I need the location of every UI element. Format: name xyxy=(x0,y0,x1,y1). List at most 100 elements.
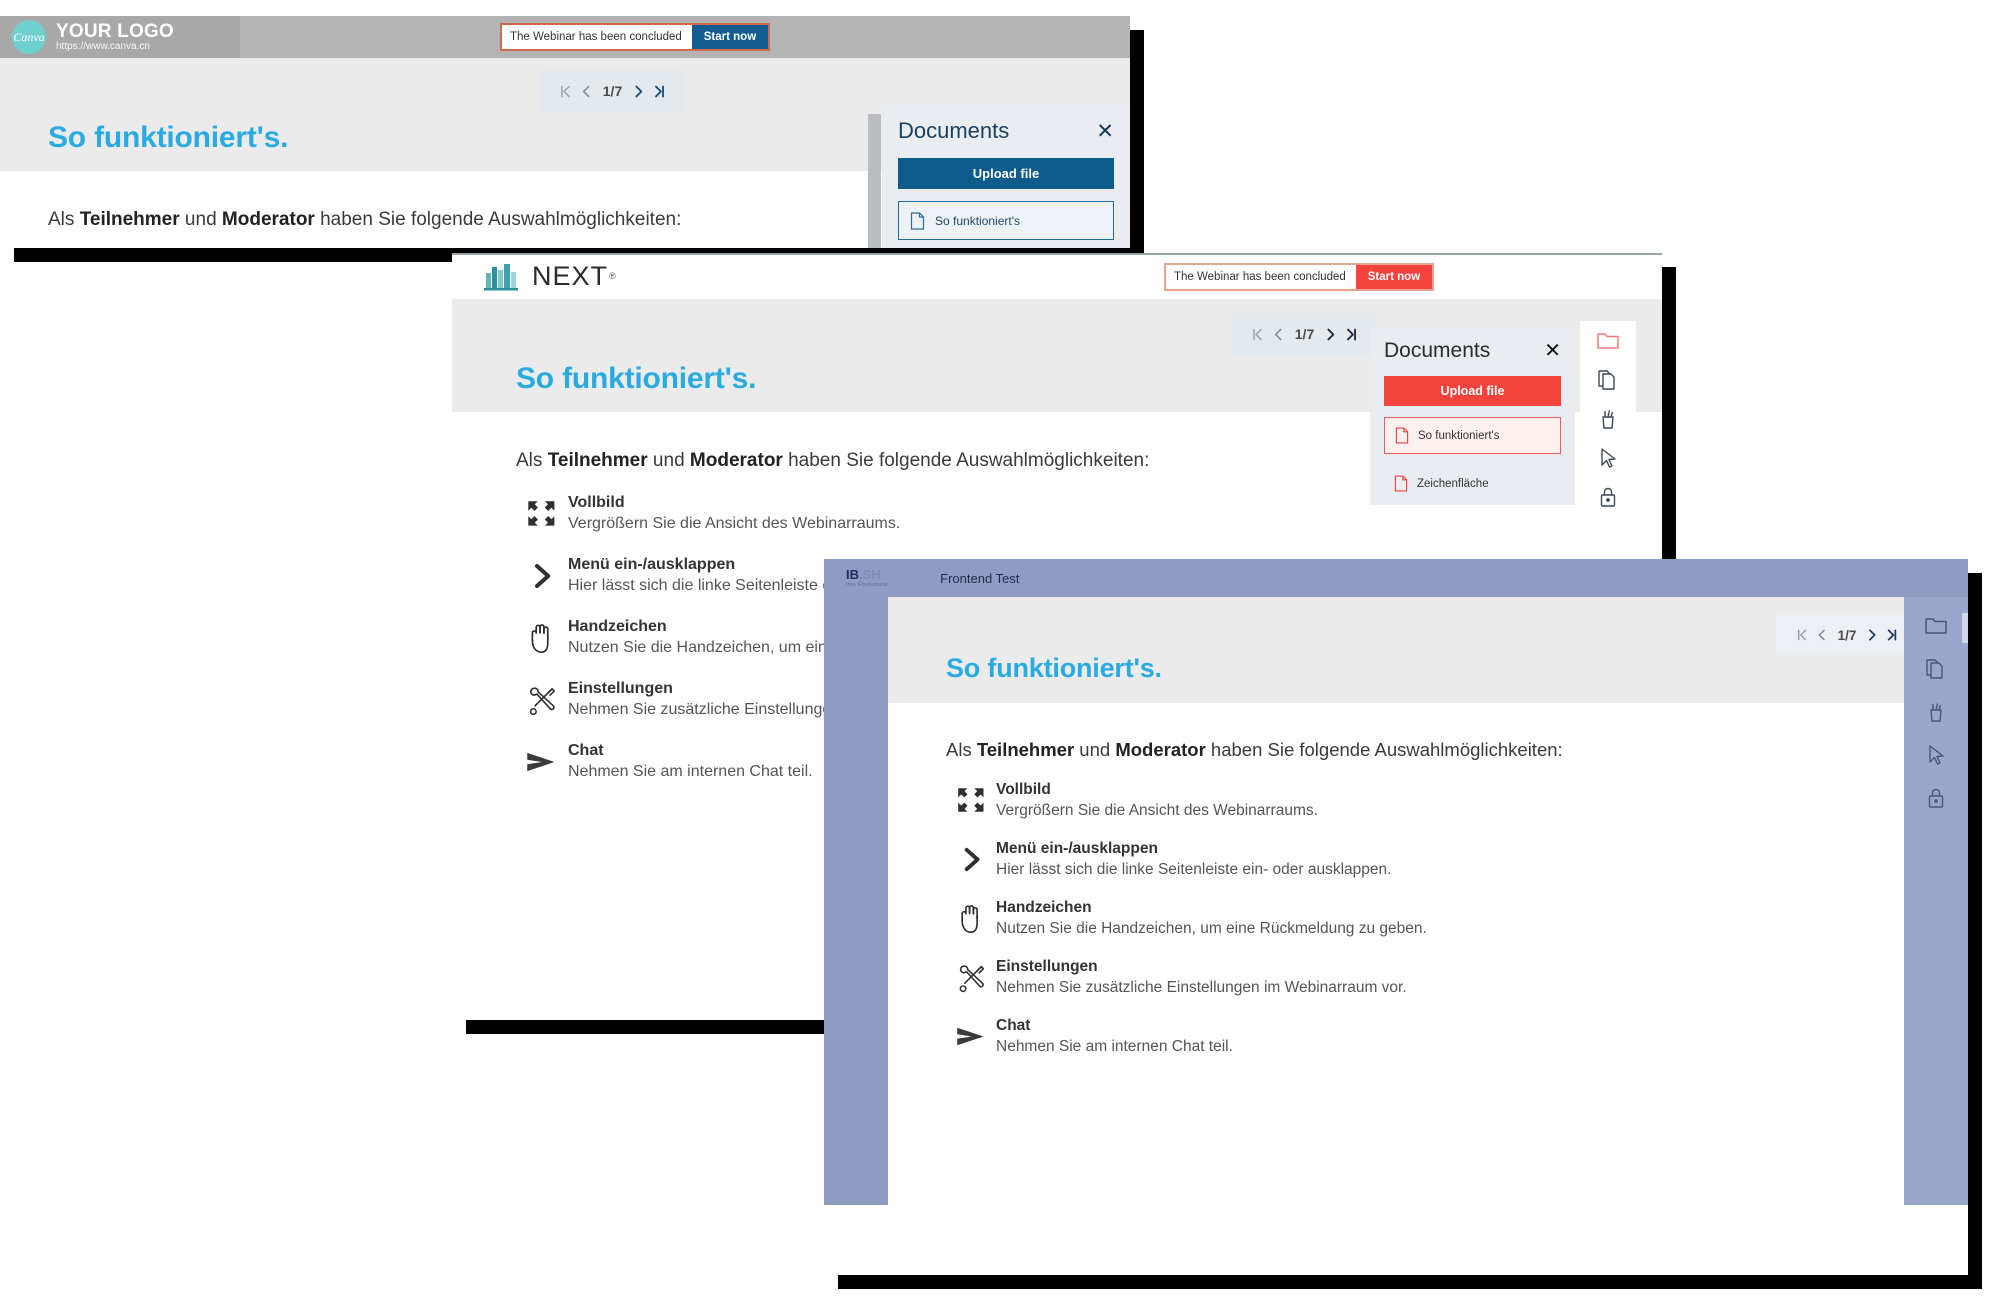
document-item-selected[interactable]: So funktioniert's xyxy=(1384,417,1561,454)
win2-start-now-button[interactable]: Start now xyxy=(1355,265,1433,289)
feature-title: Vollbild xyxy=(568,494,625,511)
documents-icon[interactable] xyxy=(1591,366,1625,395)
win3-page-title: Frontend Test xyxy=(940,570,1020,586)
win2-tool-rail xyxy=(1580,321,1636,511)
win1-pager: 1/7 xyxy=(540,70,685,112)
win2-brand: NEXT ® xyxy=(482,255,616,297)
win3-tool-rail xyxy=(1904,597,1968,1205)
tools-icon xyxy=(946,958,996,996)
feature-title: Menü ein-/ausklappen xyxy=(996,840,1158,857)
feature-desc: Nutzen Sie die Handzeichen, um eine Rück… xyxy=(996,920,1427,937)
raised-hand-icon xyxy=(516,618,568,658)
send-arrow-icon xyxy=(946,1017,996,1055)
previous-page-icon[interactable] xyxy=(1270,326,1287,343)
win2-brand-suffix: ® xyxy=(609,271,616,281)
documents-icon[interactable] xyxy=(1920,654,1952,684)
fullscreen-icon xyxy=(946,781,996,819)
feature-title: Chat xyxy=(996,1017,1031,1034)
send-arrow-icon xyxy=(516,742,568,782)
win3-feature-list: Vollbild Vergrößern Sie die Ansicht des … xyxy=(946,781,1968,1056)
win1-slide-title: So funktioniert's. xyxy=(48,121,289,154)
cursor-icon[interactable] xyxy=(1591,443,1625,472)
win1-start-now-button[interactable]: Start now xyxy=(691,25,769,49)
win2-brand-name: NEXT xyxy=(532,260,609,291)
win3-brand-tagline: Ihre Förderbank xyxy=(846,581,889,588)
win3-left-sidebar xyxy=(824,597,888,1205)
win3-slide-title: So funktioniert's. xyxy=(946,653,1162,683)
screenshot-stage: Canva YOUR LOGO https://www.canva.cn The… xyxy=(0,0,2010,1307)
win3-rail-tab[interactable] xyxy=(1962,613,1968,643)
last-page-icon[interactable] xyxy=(1884,627,1900,643)
file-icon xyxy=(1395,427,1409,444)
last-page-icon[interactable] xyxy=(651,83,668,100)
page-indicator: 1/7 xyxy=(1837,627,1857,643)
win2-status-banner: The Webinar has been concluded Start now xyxy=(1164,263,1435,291)
folder-icon[interactable] xyxy=(1920,611,1952,641)
next-page-icon[interactable] xyxy=(630,83,647,100)
feature-row: Einstellungen Nehmen Sie zusätzliche Ein… xyxy=(946,958,1968,997)
file-icon xyxy=(910,211,925,230)
next-page-icon[interactable] xyxy=(1864,627,1880,643)
last-page-icon[interactable] xyxy=(1343,326,1360,343)
next-building-logo-icon xyxy=(484,264,518,291)
win1-brand-name: YOUR LOGO xyxy=(56,20,174,42)
close-icon[interactable]: ✕ xyxy=(1096,121,1114,142)
fullscreen-icon xyxy=(516,494,568,534)
win1-scrollbar[interactable] xyxy=(868,114,881,248)
next-page-icon[interactable] xyxy=(1322,326,1339,343)
feature-row: Handzeichen Nutzen Sie die Handzeichen, … xyxy=(946,899,1968,938)
first-page-icon[interactable] xyxy=(557,83,574,100)
previous-page-icon[interactable] xyxy=(578,83,595,100)
feature-row: Chat Nehmen Sie am internen Chat teil. xyxy=(946,1017,1968,1056)
upload-file-button[interactable]: Upload file xyxy=(1384,376,1561,406)
feature-row: Menü ein-/ausklappen Hier lässt sich die… xyxy=(946,840,1968,879)
feature-desc: Nehmen Sie am internen Chat teil. xyxy=(996,1038,1233,1055)
win3-pager: 1/7 xyxy=(1776,615,1918,655)
lock-icon[interactable] xyxy=(1920,783,1952,813)
feature-desc: Nehmen Sie am internen Chat teil. xyxy=(568,763,813,780)
document-item[interactable]: Zeichenfläche xyxy=(1384,465,1561,502)
close-icon[interactable]: ✕ xyxy=(1544,341,1561,361)
win2-status-text: The Webinar has been concluded xyxy=(1174,271,1346,283)
win3-topbar: IB.SH Ihre Förderbank Frontend Test Star… xyxy=(824,559,1968,597)
win3-brand: IB.SH Ihre Förderbank xyxy=(846,559,888,597)
pen-cup-icon[interactable] xyxy=(1591,405,1625,434)
canva-logo-text: Canva xyxy=(13,29,45,44)
win2-topbar: NEXT ® The Webinar has been concluded St… xyxy=(452,253,1662,297)
upload-file-button[interactable]: Upload file xyxy=(898,158,1114,189)
win3-lead-text: Als Teilnehmer und Moderator haben Sie f… xyxy=(946,739,1563,760)
tools-icon xyxy=(516,680,568,720)
win3-slide-header: So funktioniert's. 1/7 xyxy=(888,597,1968,703)
feature-desc: Hier lässt sich die linke Seitenleiste e… xyxy=(996,861,1392,878)
win1-status-text: The Webinar has been concluded xyxy=(510,31,682,43)
feature-desc: Vergrößern Sie die Ansicht des Webinarra… xyxy=(568,515,901,532)
webinar-window-canva: Canva YOUR LOGO https://www.canva.cn The… xyxy=(0,16,1130,248)
win2-slide-title: So funktioniert's. xyxy=(516,362,757,395)
feature-title: Vollbild xyxy=(996,781,1051,798)
documents-panel-title: Documents xyxy=(1384,339,1491,362)
page-indicator: 1/7 xyxy=(1294,326,1315,342)
feature-title: Einstellungen xyxy=(996,958,1098,975)
lock-icon[interactable] xyxy=(1591,482,1625,511)
first-page-icon[interactable] xyxy=(1249,326,1266,343)
win1-documents-panel: Documents ✕ Upload file So funktioniert'… xyxy=(882,104,1130,248)
feature-desc: Nehmen Sie zusätzliche Einstellungen im … xyxy=(996,979,1407,996)
feature-desc: Vergrößern Sie die Ansicht des Webinarra… xyxy=(996,802,1318,819)
win1-topbar: Canva YOUR LOGO https://www.canva.cn The… xyxy=(0,16,1130,58)
first-page-icon[interactable] xyxy=(1794,627,1810,643)
document-item-selected[interactable]: So funktioniert's xyxy=(898,201,1114,240)
canva-logo-icon: Canva xyxy=(12,20,46,54)
win3-slide-body: Als Teilnehmer und Moderator haben Sie f… xyxy=(888,703,1968,1056)
pen-cup-icon[interactable] xyxy=(1920,697,1952,727)
documents-panel-title: Documents xyxy=(898,118,1010,143)
previous-page-icon[interactable] xyxy=(1814,627,1830,643)
cursor-icon[interactable] xyxy=(1920,740,1952,770)
folder-icon[interactable] xyxy=(1591,327,1625,356)
document-item-label: So funktioniert's xyxy=(935,213,1021,228)
raised-hand-icon xyxy=(946,899,996,937)
win1-brand-url: https://www.canva.cn xyxy=(56,40,150,52)
win3-brand-name: IB xyxy=(846,566,859,582)
win3-brand-name-2: .SH xyxy=(859,566,881,582)
win1-brand: Canva YOUR LOGO https://www.canva.cn xyxy=(0,16,240,58)
webinar-window-ibsh: IB.SH Ihre Förderbank Frontend Test Star… xyxy=(824,559,1968,1275)
